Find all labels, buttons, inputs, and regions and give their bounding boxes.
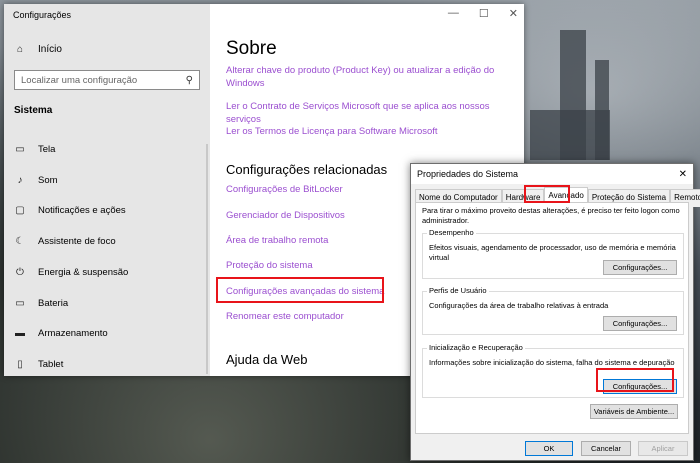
sidebar-item-label: Armazenamento (38, 328, 108, 339)
highlight-startup-settings-button (596, 368, 674, 392)
sidebar-item-som[interactable]: ♪ Som (14, 175, 58, 186)
group-title: Inicialização e Recuperação (427, 343, 525, 352)
storage-icon: ▬ (15, 328, 25, 339)
dialog-title: Propriedades do Sistema (417, 169, 519, 179)
sidebar-item-label: Notificações e ações (38, 205, 126, 216)
sidebar-scrollbar[interactable] (206, 144, 208, 374)
section-heading: Sistema (14, 105, 53, 116)
window-controls: — ☐ ✕ (448, 7, 518, 20)
tablet-icon: ▯ (17, 359, 23, 370)
sidebar-item-label: Som (38, 175, 58, 186)
sidebar-item-label: Tablet (38, 359, 64, 370)
sidebar-item-tela[interactable]: ▭ Tela (14, 144, 55, 155)
sidebar-item-energia[interactable]: ⏻ Energia & suspensão (14, 267, 128, 278)
dialog-titlebar: Propriedades do Sistema ✕ (411, 164, 693, 184)
sidebar-item-bateria[interactable]: ▭ Bateria (14, 298, 68, 309)
web-help-heading: Ajuda da Web (226, 352, 308, 367)
group-title: Perfis de Usuário (427, 286, 489, 295)
sidebar-item-assistente-foco[interactable]: ☾ Assistente de foco (14, 236, 116, 247)
close-icon[interactable]: ✕ (509, 7, 518, 20)
sidebar-item-label: Energia & suspensão (38, 267, 129, 278)
speaker-icon: ♪ (17, 175, 23, 186)
power-icon: ⏻ (16, 267, 24, 278)
minimize-icon[interactable]: — (448, 7, 459, 20)
group-description: Informações sobre inicialização do siste… (429, 358, 675, 367)
moon-icon: ☾ (15, 236, 25, 247)
battery-icon: ▭ (15, 298, 25, 309)
user-profiles-settings-button[interactable]: Configurações... (603, 316, 677, 331)
link-product-key[interactable]: Alterar chave do produto (Product Key) o… (226, 64, 506, 90)
cancel-button[interactable]: Cancelar (581, 441, 631, 456)
link-license-terms[interactable]: Ler os Termos de Licença para Software M… (226, 125, 516, 138)
sidebar-item-label: Assistente de foco (38, 236, 116, 247)
performance-group: Desempenho Efeitos visuais, agendamento … (422, 228, 684, 279)
related-settings-heading: Configurações relacionadas (226, 162, 388, 177)
highlight-advanced-tab (524, 185, 570, 203)
link-system-protection[interactable]: Proteção do sistema (226, 259, 313, 272)
search-placeholder: Localizar uma configuração (21, 74, 138, 86)
highlight-advanced-settings-link (216, 277, 384, 303)
sidebar-item-tablet[interactable]: ▯ Tablet (14, 359, 63, 370)
close-icon[interactable]: ✕ (679, 169, 687, 180)
monitor-icon: ▭ (15, 144, 25, 155)
group-title: Desempenho (427, 228, 476, 237)
home-icon: ⌂ (16, 44, 24, 55)
sidebar-item-notificacoes[interactable]: ▢ Notificações e ações (14, 205, 126, 216)
link-bitlocker[interactable]: Configurações de BitLocker (226, 183, 343, 196)
link-service-agreement[interactable]: Ler o Contrato de Serviços Microsoft que… (226, 100, 522, 126)
sidebar-item-armazenamento[interactable]: ▬ Armazenamento (14, 328, 108, 339)
home-nav-item[interactable]: ⌂ Início (14, 44, 62, 55)
ok-button[interactable]: OK (525, 441, 573, 456)
page-title: Sobre (226, 38, 277, 59)
link-rename-computer[interactable]: Renomear este computador (226, 310, 344, 323)
link-remote-desktop[interactable]: Área de trabalho remota (226, 234, 328, 247)
sidebar-item-label: Bateria (38, 298, 69, 309)
maximize-icon[interactable]: ☐ (479, 7, 489, 20)
admin-notice: Para tirar o máximo proveito destas alte… (422, 206, 680, 225)
group-description: Configurações da área de trabalho relati… (429, 301, 609, 310)
search-input[interactable]: Localizar uma configuração ⚲ (14, 70, 200, 90)
environment-variables-button[interactable]: Variáveis de Ambiente... (590, 404, 678, 419)
link-device-manager[interactable]: Gerenciador de Dispositivos (226, 209, 345, 222)
notification-icon: ▢ (15, 205, 25, 216)
sidebar-item-label: Tela (38, 144, 56, 155)
system-properties-dialog: Propriedades do Sistema ✕ Nome do Comput… (410, 163, 700, 461)
home-label: Início (38, 44, 62, 55)
wallpaper-castle (530, 110, 610, 160)
settings-window-title: Configurações (13, 10, 72, 20)
search-icon: ⚲ (185, 74, 193, 86)
settings-sidebar: Configurações ⌂ Início Localizar uma con… (4, 4, 210, 376)
advanced-tab-panel: Para tirar o máximo proveito destas alte… (415, 202, 689, 434)
performance-settings-button[interactable]: Configurações... (603, 260, 677, 275)
user-profiles-group: Perfis de Usuário Configurações da área … (422, 286, 684, 335)
apply-button[interactable]: Aplicar (638, 441, 688, 456)
